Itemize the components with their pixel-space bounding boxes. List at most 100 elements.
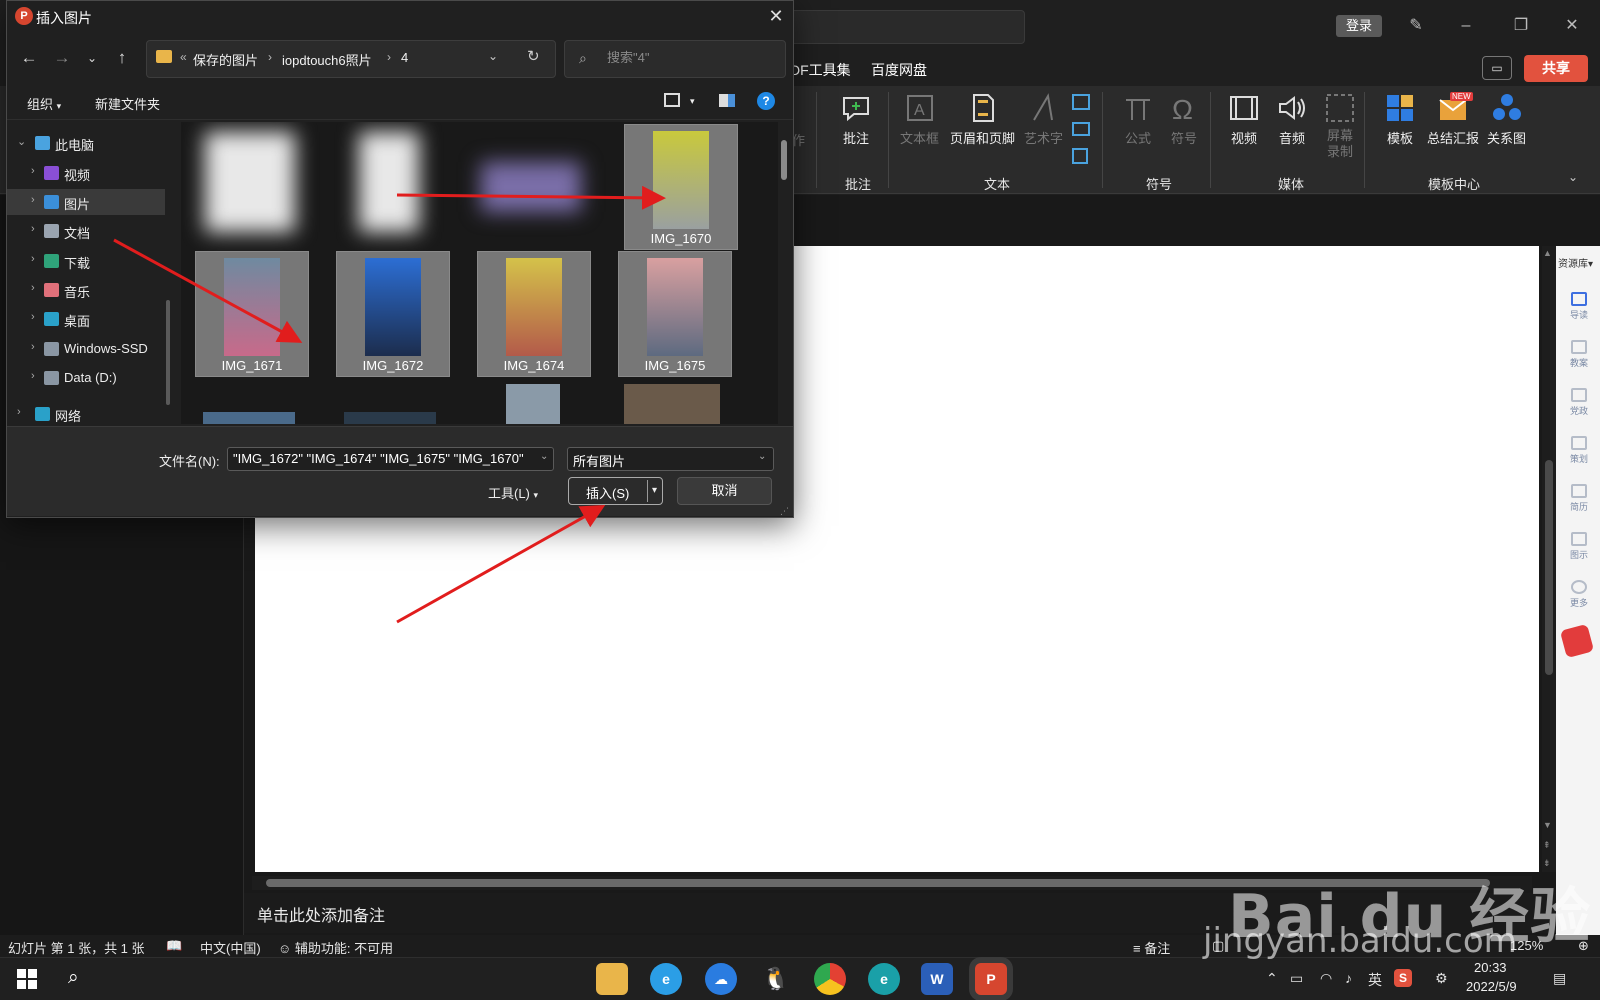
close-app-icon[interactable]: ✕ xyxy=(1556,12,1588,40)
recent-locations-icon[interactable]: ⌄ xyxy=(78,44,106,72)
partial-thumbnail[interactable] xyxy=(344,412,436,424)
files-scroll-thumb[interactable] xyxy=(781,140,787,180)
scroll-down-icon[interactable]: ▼ xyxy=(1543,820,1552,830)
file-tile[interactable]: IMG_1675 xyxy=(618,251,732,377)
chevron-right-icon[interactable]: › xyxy=(31,282,35,294)
prev-slide-icon[interactable]: ⇞ xyxy=(1543,840,1551,851)
chrome-icon[interactable] xyxy=(814,963,846,995)
breadcrumb-4[interactable]: 4 xyxy=(401,50,408,65)
resource-library-title[interactable]: 资源库▾ xyxy=(1558,255,1593,270)
nav-tree-item[interactable]: › 音乐 xyxy=(7,277,165,303)
menu-tab-baidu-pan[interactable]: 百度网盘 xyxy=(871,60,927,80)
ribbon-item-video[interactable]: 视频 xyxy=(1228,92,1260,147)
file-type-dropdown-icon[interactable]: ⌄ xyxy=(758,451,766,462)
edge-icon[interactable]: e xyxy=(868,963,900,995)
refresh-icon[interactable]: ↻ xyxy=(527,47,540,65)
settings-gear-icon[interactable]: ⚙ xyxy=(1435,970,1448,987)
help-icon[interactable]: ? xyxy=(757,92,775,110)
language-status[interactable]: 中文(中国) xyxy=(200,938,261,957)
overflow-icon[interactable]: « xyxy=(180,50,187,64)
pen-icon[interactable]: ✎ xyxy=(1400,12,1432,40)
planning-icon[interactable]: 策划 xyxy=(1569,436,1589,466)
chevron-right-icon[interactable]: › xyxy=(31,370,35,382)
forward-arrow-icon[interactable]: → xyxy=(48,44,76,72)
nav-tree-item[interactable]: ⌄ 此电脑 xyxy=(7,130,165,156)
file-tile[interactable]: IMG_1670 xyxy=(624,124,738,250)
nav-tree-item[interactable]: › 桌面 xyxy=(7,306,165,332)
scroll-up-icon[interactable]: ▲ xyxy=(1543,248,1552,258)
ribbon-item-symbol[interactable]: Ω 符号 xyxy=(1168,92,1200,147)
tools-menu[interactable]: 工具(L) ▾ xyxy=(488,483,538,502)
chevron-down-icon[interactable]: ⌄ xyxy=(17,135,26,148)
cancel-button[interactable]: 取消 xyxy=(677,477,772,505)
date-time-icon[interactable] xyxy=(1072,94,1090,110)
windows-start-icon[interactable] xyxy=(17,969,37,989)
filename-input[interactable]: "IMG_1672" "IMG_1674" "IMG_1675" "IMG_16… xyxy=(227,447,554,471)
wifi-icon[interactable]: ◠ xyxy=(1320,970,1332,987)
filename-history-icon[interactable]: ⌄ xyxy=(540,451,548,462)
up-arrow-icon[interactable]: ↑ xyxy=(108,44,136,72)
breadcrumb-saved-pictures[interactable]: 保存的图片 xyxy=(193,50,258,69)
blurred-thumbnail[interactable] xyxy=(205,132,295,232)
cloud-app-icon[interactable]: ☁ xyxy=(705,963,737,995)
view-options-caret-icon[interactable]: ▾ xyxy=(690,96,695,107)
taskbar-search-icon[interactable]: ⌕ xyxy=(68,967,79,989)
chevron-right-icon[interactable]: › xyxy=(31,194,35,206)
breadcrumb-iopdtouch6[interactable]: iopdtouch6照片 xyxy=(282,50,372,69)
insert-label[interactable]: 插入(S) xyxy=(586,483,629,502)
slide-number-icon[interactable] xyxy=(1072,148,1088,164)
clock-time[interactable]: 20:33 xyxy=(1474,960,1507,975)
nav-tree-item[interactable]: › 视频 xyxy=(7,160,165,186)
partial-thumbnail[interactable] xyxy=(203,412,295,424)
ribbon-item-comment[interactable]: 批注 xyxy=(840,92,872,147)
nav-tree-item[interactable]: › Data (D:) xyxy=(7,365,165,391)
clock-date[interactable]: 2022/5/9 xyxy=(1466,979,1517,994)
lesson-plan-icon[interactable]: 教案 xyxy=(1569,340,1589,370)
notification-icon[interactable]: ▤ xyxy=(1553,970,1566,987)
share-button[interactable]: 共享 xyxy=(1524,55,1588,82)
ribbon-item-textbox[interactable]: A 文本框 xyxy=(900,92,939,147)
notes-toggle[interactable]: ≡ 备注 xyxy=(1133,938,1170,957)
qq-icon[interactable]: 🐧 xyxy=(760,963,792,995)
back-arrow-icon[interactable]: ← xyxy=(15,44,43,72)
ribbon-item-relation-diagram[interactable]: 关系图 xyxy=(1487,92,1526,147)
organize-menu[interactable]: 组织 ▾ xyxy=(27,94,61,113)
preview-pane-icon[interactable] xyxy=(719,94,735,107)
e-browser-icon[interactable]: e xyxy=(650,963,682,995)
input-language[interactable]: 英 xyxy=(1368,970,1382,990)
search-input[interactable] xyxy=(607,50,757,65)
file-tile[interactable]: IMG_1672 xyxy=(336,251,450,377)
ribbon-item-template[interactable]: 模板 xyxy=(1384,92,1416,147)
battery-icon[interactable]: ▭ xyxy=(1290,970,1303,987)
accessibility-status[interactable]: ☺ 辅助功能: 不可用 xyxy=(278,938,393,957)
nav-tree-item[interactable]: › Windows-SSD xyxy=(7,336,165,362)
collapse-ribbon-icon[interactable]: ⌄ xyxy=(1568,170,1578,184)
nav-tree-item[interactable]: › 文档 xyxy=(7,218,165,244)
resume-icon[interactable]: 简历 xyxy=(1569,484,1589,514)
chevron-right-icon[interactable]: › xyxy=(31,341,35,353)
login-button[interactable]: 登录 xyxy=(1336,15,1382,37)
blurred-thumbnail[interactable] xyxy=(359,132,419,232)
change-view-icon[interactable] xyxy=(664,93,680,107)
file-explorer-icon[interactable] xyxy=(596,963,628,995)
guide-icon[interactable]: 导读 xyxy=(1569,292,1589,322)
comment-icon[interactable]: ▭ xyxy=(1482,56,1512,80)
chevron-right-icon[interactable]: › xyxy=(17,406,21,418)
nav-scroll-thumb[interactable] xyxy=(166,300,170,405)
more-icon[interactable]: 更多 xyxy=(1569,580,1589,610)
ribbon-item-audio[interactable]: 音频 xyxy=(1276,92,1308,147)
dialog-close-icon[interactable]: ✕ xyxy=(764,4,788,28)
diagram-icon[interactable]: 图示 xyxy=(1569,532,1589,562)
file-tile[interactable]: IMG_1674 xyxy=(477,251,591,377)
notes-placeholder[interactable]: 单击此处添加备注 xyxy=(257,902,385,926)
volume-icon[interactable]: ♪ xyxy=(1345,970,1352,986)
chevron-right-icon[interactable]: › xyxy=(31,311,35,323)
ribbon-item-formula[interactable]: 公式 xyxy=(1122,92,1154,147)
blurred-thumbnail[interactable] xyxy=(481,162,581,212)
app-search-box[interactable] xyxy=(790,10,1025,44)
spellcheck-icon[interactable]: 📖 xyxy=(166,938,182,954)
ribbon-item-screen-record[interactable]: 屏幕录制 xyxy=(1322,92,1358,160)
sogou-ime-icon[interactable]: S xyxy=(1394,969,1412,987)
nav-tree-item[interactable]: › 图片 xyxy=(7,189,165,215)
resize-grip-icon[interactable]: ⋰ xyxy=(780,506,789,517)
